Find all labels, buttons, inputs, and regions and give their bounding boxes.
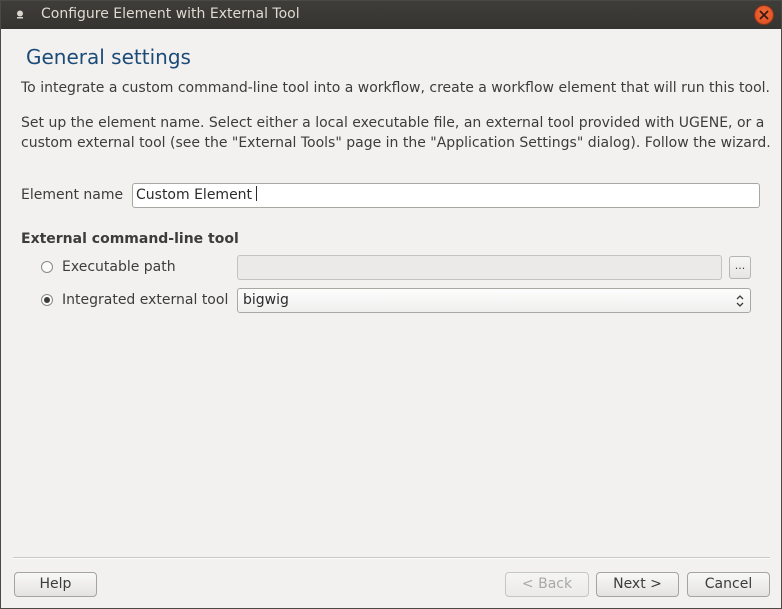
cancel-button-label: Cancel [704,576,753,592]
help-button[interactable]: Help [14,572,97,597]
element-name-label: Element name [21,187,124,203]
dialog-window: Configure Element with External Tool Gen… [0,0,782,609]
instructions-text: Set up the element name. Select either a… [21,115,771,151]
integrated-tool-label[interactable]: Integrated external tool [62,292,228,308]
executable-path-radio[interactable] [41,261,53,273]
integrated-tool-select[interactable]: bigwig [237,288,751,313]
window-menu-icon[interactable] [16,10,24,19]
text-caret [256,186,258,201]
spinner-arrows-icon [736,295,744,307]
element-name-input[interactable]: Custom Element [132,183,760,208]
next-button-label: Next > [613,576,662,592]
cancel-button[interactable]: Cancel [687,572,770,597]
browse-button: ... [729,256,751,279]
next-button[interactable]: Next > [596,572,679,597]
integrated-tool-radio[interactable] [41,294,53,306]
external-tool-section-label: External command-line tool [21,231,239,247]
executable-path-input [237,255,722,280]
page-title: General settings [26,45,191,69]
intro-text: To integrate a custom command-line tool … [21,80,770,96]
back-button-label: < Back [521,576,573,592]
close-button[interactable] [755,6,773,24]
element-name-value: Custom Element [136,187,253,203]
window-title: Configure Element with External Tool [41,6,300,22]
footer-separator [13,557,770,559]
integrated-tool-selected-value: bigwig [243,292,289,308]
close-icon [759,10,769,20]
title-bar[interactable]: Configure Element with External Tool [1,1,781,29]
help-button-label: Help [39,576,72,592]
back-button[interactable]: < Back [505,572,589,597]
executable-path-label[interactable]: Executable path [62,259,176,275]
